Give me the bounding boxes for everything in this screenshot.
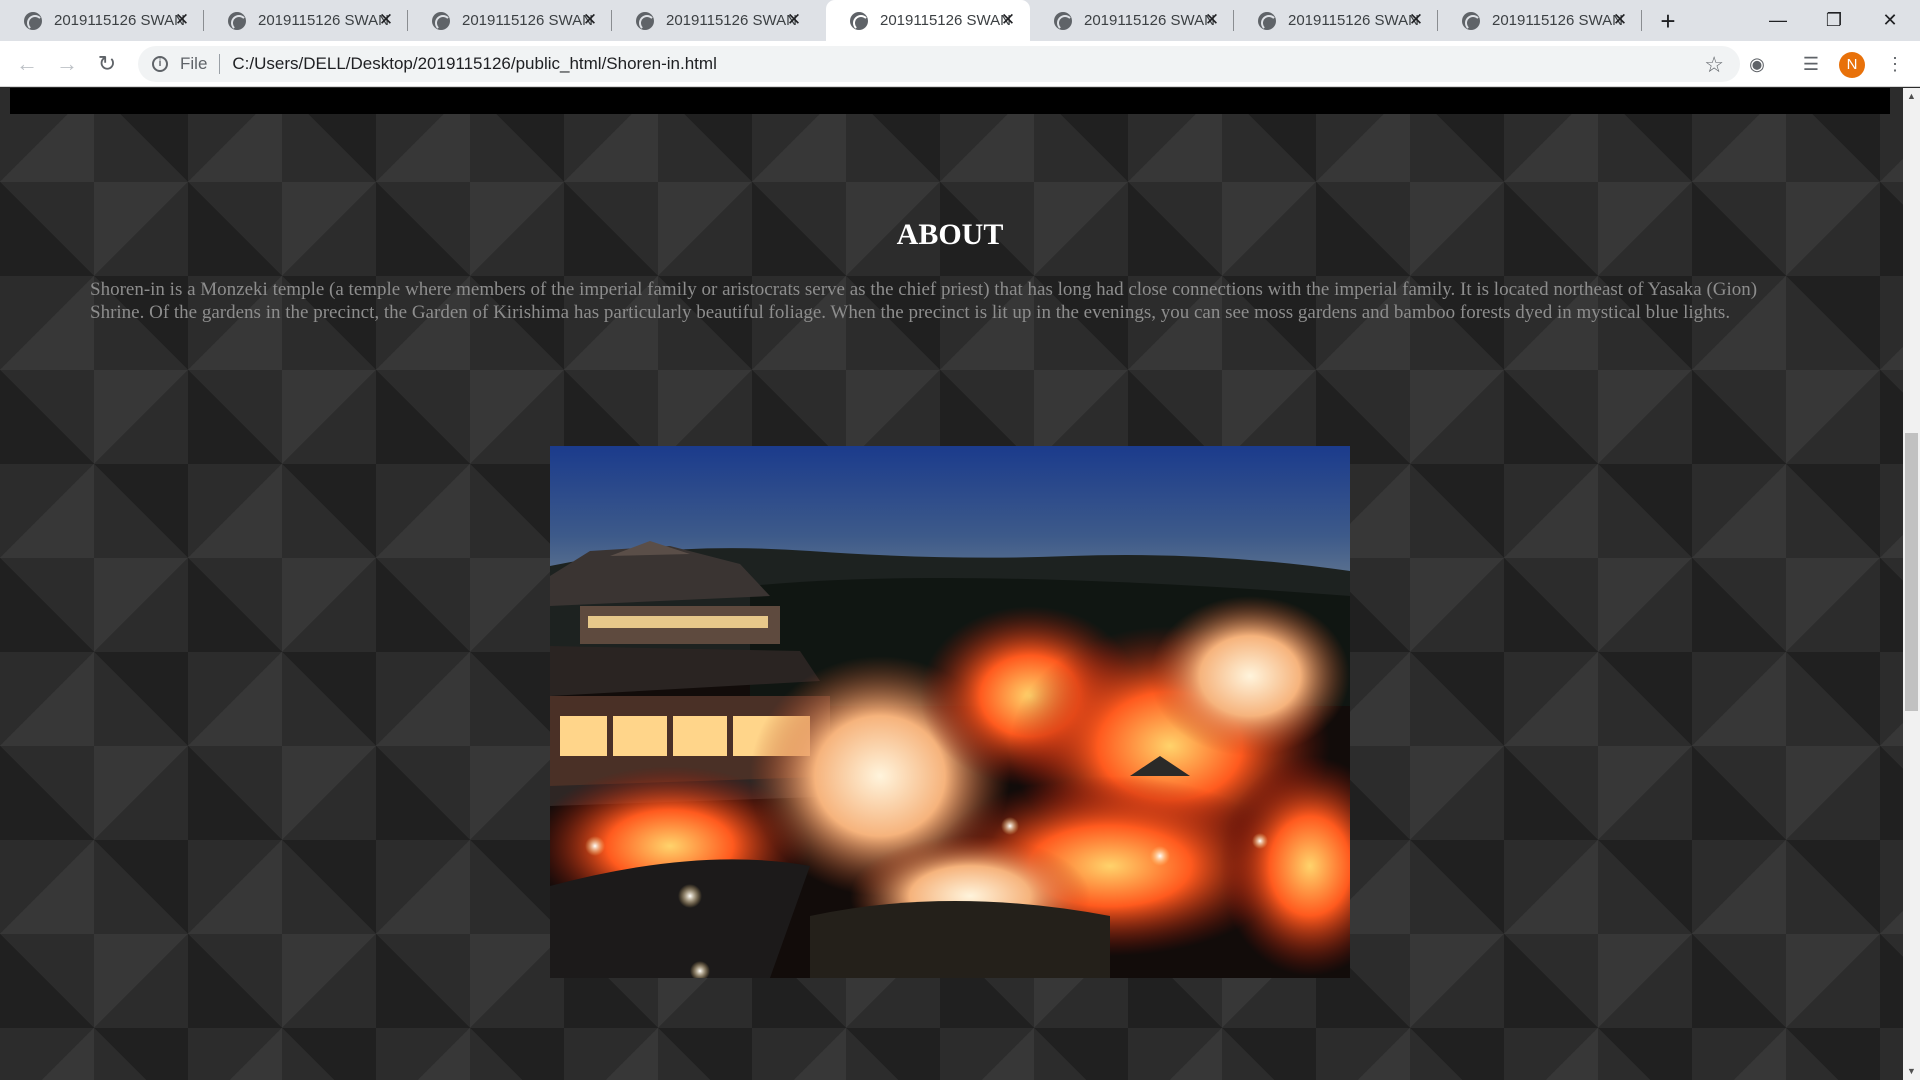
browser-tab[interactable]: 2019115126 SWAN ✕ (612, 0, 816, 41)
star-icon[interactable]: ☆ (1704, 52, 1724, 78)
tab-title: 2019115126 SWAN (880, 12, 1010, 29)
close-tab-icon[interactable]: ✕ (1610, 10, 1630, 30)
close-tab-icon[interactable]: ✕ (1406, 10, 1426, 30)
back-arrow-icon[interactable]: ← (12, 49, 42, 79)
scheme-label: File (180, 54, 208, 73)
close-window-icon[interactable]: ✕ (1862, 0, 1918, 41)
tab-title: 2019115126 SWAN (666, 12, 796, 29)
globe-icon (1258, 11, 1277, 31)
about-heading: ABOUT (896, 218, 1004, 251)
globe-icon (850, 11, 869, 31)
close-tab-icon[interactable]: ✕ (1202, 10, 1222, 30)
scroll-down-arrow-icon[interactable]: ▼ (1903, 1063, 1920, 1080)
media-control-icon[interactable]: ☰ (1796, 49, 1826, 79)
scroll-up-arrow-icon[interactable]: ▲ (1903, 88, 1920, 105)
tab-strip: 2019115126 SWAN ✕ 2019115126 SWAN ✕ 2019… (0, 0, 1920, 41)
browser-tab[interactable]: 2019115126 SWAN ✕ (1234, 0, 1438, 41)
about-paragraph: Shoren-in is a Monzeki temple (a temple … (90, 279, 1758, 323)
tab-title: 2019115126 SWAN (258, 12, 388, 29)
reload-icon[interactable]: ↻ (92, 49, 122, 79)
close-tab-icon[interactable]: ✕ (580, 10, 600, 30)
minimize-icon[interactable]: — (1750, 0, 1806, 41)
globe-icon (432, 11, 451, 31)
tab-title: 2019115126 SWAN (1288, 12, 1418, 29)
browser-tab[interactable]: 2019115126 SWAN ✕ (1030, 0, 1234, 41)
page-top-bar (10, 88, 1890, 114)
info-icon[interactable]: i (152, 56, 168, 72)
address-bar[interactable]: i File C:/Users/DELL/Desktop/2019115126/… (138, 46, 1740, 82)
kebab-menu-icon[interactable]: ⋮ (1880, 49, 1910, 79)
browser-tab-active[interactable]: 2019115126 SWAN ✕ (826, 0, 1030, 41)
url-text[interactable]: C:/Users/DELL/Desktop/2019115126/public_… (232, 54, 716, 74)
new-tab-icon[interactable]: + (1653, 6, 1683, 36)
browser-tab[interactable]: 2019115126 SWAN ✕ (204, 0, 408, 41)
forward-arrow-icon[interactable]: → (52, 49, 82, 79)
close-tab-icon[interactable]: ✕ (998, 10, 1018, 30)
tab-title: 2019115126 SWAN (1084, 12, 1214, 29)
browser-tab[interactable]: 2019115126 SWAN ✕ (408, 0, 612, 41)
globe-icon (1054, 11, 1073, 31)
browser-toolbar: ← → ↻ i File C:/Users/DELL/Desktop/20191… (0, 41, 1920, 87)
globe-icon (228, 11, 247, 31)
page-viewport: ABOUT Shoren-in is a Monzeki temple (a t… (0, 88, 1903, 1080)
camera-icon[interactable]: ◉ (1742, 49, 1772, 79)
tab-title: 2019115126 SWAN (54, 12, 184, 29)
close-tab-icon[interactable]: ✕ (376, 10, 396, 30)
browser-tab[interactable]: 2019115126 SWAN ✕ (1438, 0, 1642, 41)
close-tab-icon[interactable]: ✕ (172, 10, 192, 30)
profile-avatar[interactable]: N (1839, 52, 1865, 78)
close-tab-icon[interactable]: ✕ (784, 10, 804, 30)
globe-icon (1462, 11, 1481, 31)
tab-title: 2019115126 SWAN (1492, 12, 1622, 29)
shoren-in-night-photo (550, 446, 1350, 978)
scrollbar-thumb[interactable] (1905, 433, 1918, 711)
browser-tab[interactable]: 2019115126 SWAN ✕ (0, 0, 204, 41)
restore-icon[interactable]: ❐ (1806, 0, 1862, 41)
tab-title: 2019115126 SWAN (462, 12, 592, 29)
vertical-scrollbar[interactable]: ▲ ▼ (1903, 88, 1920, 1080)
globe-icon (24, 11, 43, 31)
globe-icon (636, 11, 655, 31)
omnibox-divider (219, 54, 221, 74)
